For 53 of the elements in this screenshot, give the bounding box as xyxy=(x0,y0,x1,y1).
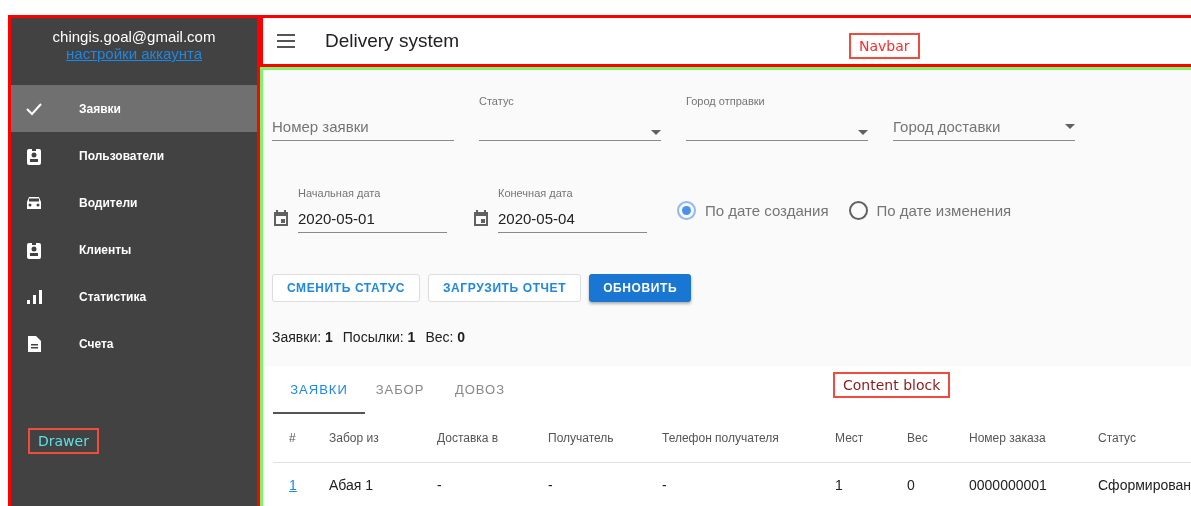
table-cell-text: - xyxy=(437,476,443,495)
radio-option[interactable]: По дате создания xyxy=(677,198,829,222)
table-cell-text: - xyxy=(662,476,668,495)
dropdown-caret-icon xyxy=(858,130,868,135)
summary-text: Заявки: 1 xyxy=(272,329,333,345)
column-header: Номер заказа xyxy=(969,414,1098,463)
table-cell-text: 1 xyxy=(835,476,844,495)
date-field[interactable]: Конечная дата 2020-05-04 xyxy=(498,187,647,233)
tab[interactable]: ДОВОЗ xyxy=(435,366,525,414)
drawer-item[interactable]: Водители xyxy=(11,179,257,226)
app-title: Delivery system xyxy=(325,30,460,52)
radio-option[interactable]: По дате изменения xyxy=(848,198,1012,222)
tab[interactable]: ЗАБОР xyxy=(365,366,435,414)
date-field[interactable]: Начальная дата 2020-05-01 xyxy=(298,187,447,233)
menu-icon[interactable] xyxy=(277,34,295,48)
drawer-item[interactable]: Клиенты xyxy=(11,226,257,273)
column-header: Вес xyxy=(907,414,969,463)
select-field[interactable]: Статус xyxy=(479,95,661,141)
summary-text: Вес: 0 xyxy=(425,329,466,345)
column-header: Забор из xyxy=(329,414,437,463)
input-field[interactable]: Номер заявки xyxy=(272,95,454,141)
summary-text: Посылки: 1 xyxy=(342,329,416,345)
table-cell-text: 0 xyxy=(907,476,916,495)
calendar-icon[interactable] xyxy=(272,209,290,227)
table-cell-text: - xyxy=(548,476,554,495)
column-header: Мест xyxy=(835,414,907,463)
column-header: Статус xyxy=(1098,414,1191,463)
row-link[interactable]: 1 xyxy=(289,477,297,493)
table-cell-text: Сформирован xyxy=(1098,476,1191,495)
annotation-label: Drawer xyxy=(28,428,99,454)
dropdown-caret-icon xyxy=(651,130,661,135)
calendar-icon[interactable] xyxy=(472,209,490,227)
drawer-item[interactable]: Статистика xyxy=(11,273,257,320)
drawer-item[interactable]: Счета xyxy=(11,320,257,367)
select-field[interactable]: Город доставки xyxy=(893,95,1075,141)
annotation-label: Content block xyxy=(833,372,951,398)
action-button[interactable]: ЗАГРУЗИТЬ ОТЧЕТ xyxy=(427,274,582,302)
dropdown-caret-icon xyxy=(1065,124,1075,129)
action-button[interactable]: СМЕНИТЬ СТАТУС xyxy=(272,274,420,302)
annotation-label: Navbar xyxy=(849,33,920,59)
action-button[interactable]: ОБНОВИТЬ xyxy=(589,274,692,302)
tab[interactable]: ЗАЯВКИ xyxy=(273,366,365,414)
drawer-item[interactable]: Заявки xyxy=(11,85,257,132)
column-header: Телефон получателя xyxy=(662,414,835,463)
column-header: # xyxy=(273,414,329,463)
column-header: Получатель xyxy=(548,414,662,463)
table-cell-text: 0000000001 xyxy=(969,476,1048,495)
account-email: chingis.goal@gmail.com xyxy=(52,28,216,45)
table-cell-text: Абая 1 xyxy=(329,476,375,495)
account-settings-link[interactable]: настройки аккаунта xyxy=(66,45,202,62)
select-field[interactable]: Город отправки xyxy=(686,95,868,141)
drawer-item[interactable]: Пользователи xyxy=(11,132,257,179)
column-header: Доставка в xyxy=(437,414,548,463)
